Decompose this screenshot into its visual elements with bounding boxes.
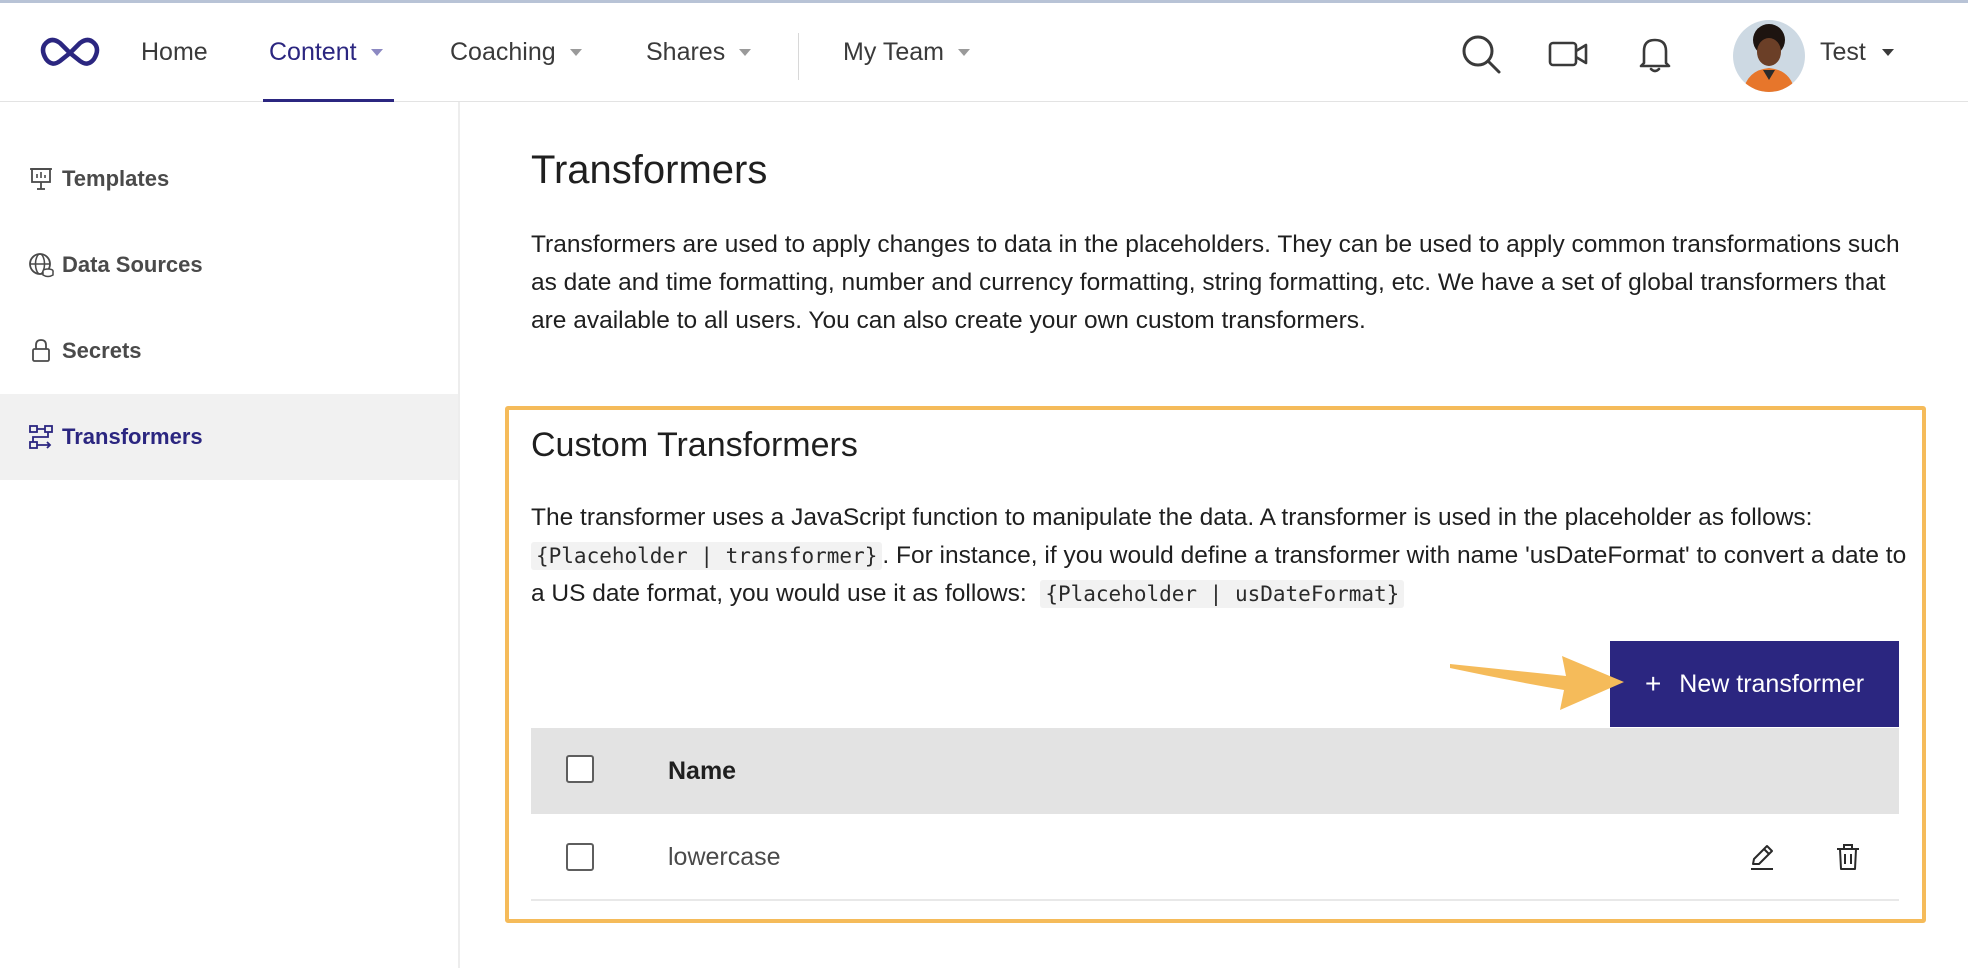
nav-coaching[interactable]: Coaching bbox=[450, 3, 582, 102]
section-description: The transformer uses a JavaScript functi… bbox=[531, 499, 1911, 613]
table-header: Name bbox=[531, 728, 1899, 814]
sidebar-item-label: Transformers bbox=[62, 424, 203, 449]
column-header-name[interactable]: Name bbox=[668, 728, 736, 814]
transformers-table: Name lowercase bbox=[531, 728, 1899, 901]
infinity-logo-icon[interactable] bbox=[40, 35, 100, 71]
nav-divider bbox=[798, 33, 799, 80]
transformer-name: lowercase bbox=[668, 843, 781, 871]
chevron-down-icon bbox=[569, 49, 582, 56]
trash-icon[interactable] bbox=[1833, 842, 1863, 872]
page-description: Transformers are used to apply changes t… bbox=[531, 231, 1900, 334]
nav-home-label: Home bbox=[141, 38, 208, 66]
nav-content[interactable]: Content bbox=[269, 3, 383, 102]
nav-shares[interactable]: Shares bbox=[646, 3, 752, 102]
new-transformer-button[interactable]: + New transformer bbox=[1610, 641, 1899, 727]
globe-database-icon bbox=[29, 253, 54, 278]
avatar[interactable] bbox=[1733, 20, 1805, 92]
plus-icon: + bbox=[1644, 668, 1662, 699]
new-transformer-label: New transformer bbox=[1679, 669, 1865, 698]
nav-home[interactable]: Home bbox=[141, 3, 208, 102]
nav-my-team-label: My Team bbox=[843, 38, 944, 66]
chevron-down-icon bbox=[370, 49, 383, 56]
chevron-down-icon bbox=[1881, 49, 1894, 56]
user-avatar-image bbox=[1733, 20, 1805, 92]
arrow-pointer-icon bbox=[1450, 656, 1624, 710]
chevron-down-icon bbox=[957, 49, 970, 56]
sidebar-item-secrets[interactable]: Secrets bbox=[0, 308, 458, 394]
search-icon[interactable] bbox=[1460, 33, 1502, 75]
nav-coaching-label: Coaching bbox=[450, 38, 556, 66]
sidebar-item-label: Templates bbox=[62, 166, 170, 191]
transform-flow-icon bbox=[29, 425, 53, 449]
nav-content-label: Content bbox=[269, 38, 357, 66]
user-menu[interactable]: Test bbox=[1820, 3, 1894, 102]
nav-shares-label: Shares bbox=[646, 38, 726, 66]
code-snippet: {Placeholder | transformer} bbox=[531, 542, 883, 570]
sidebar-item-data-sources[interactable]: Data Sources bbox=[0, 222, 458, 308]
sidebar: Templates Data Sources Secrets Transform… bbox=[0, 102, 460, 968]
section-title: Custom Transformers bbox=[531, 426, 858, 464]
lock-icon bbox=[32, 339, 50, 362]
sidebar-item-label: Data Sources bbox=[62, 252, 203, 277]
chevron-down-icon bbox=[739, 49, 752, 56]
video-camera-icon[interactable] bbox=[1547, 33, 1589, 75]
table-row[interactable]: lowercase bbox=[531, 814, 1899, 901]
row-checkbox[interactable] bbox=[566, 843, 594, 871]
user-name-label: Test bbox=[1820, 38, 1866, 66]
top-navigation-bar: Home Content Coaching Shares My Team Tes… bbox=[0, 0, 1968, 102]
presentation-icon bbox=[30, 168, 52, 190]
pencil-icon[interactable] bbox=[1747, 842, 1777, 872]
code-snippet: {Placeholder | usDateFormat} bbox=[1040, 580, 1405, 608]
sidebar-item-label: Secrets bbox=[62, 338, 142, 363]
description-text: The transformer uses a JavaScript functi… bbox=[531, 504, 1813, 531]
page-title: Transformers bbox=[531, 148, 768, 192]
nav-my-team[interactable]: My Team bbox=[843, 3, 970, 102]
sidebar-item-transformers[interactable]: Transformers bbox=[0, 394, 458, 480]
sidebar-item-templates[interactable]: Templates bbox=[0, 136, 458, 222]
bell-icon[interactable] bbox=[1634, 33, 1676, 75]
select-all-checkbox[interactable] bbox=[566, 755, 594, 783]
